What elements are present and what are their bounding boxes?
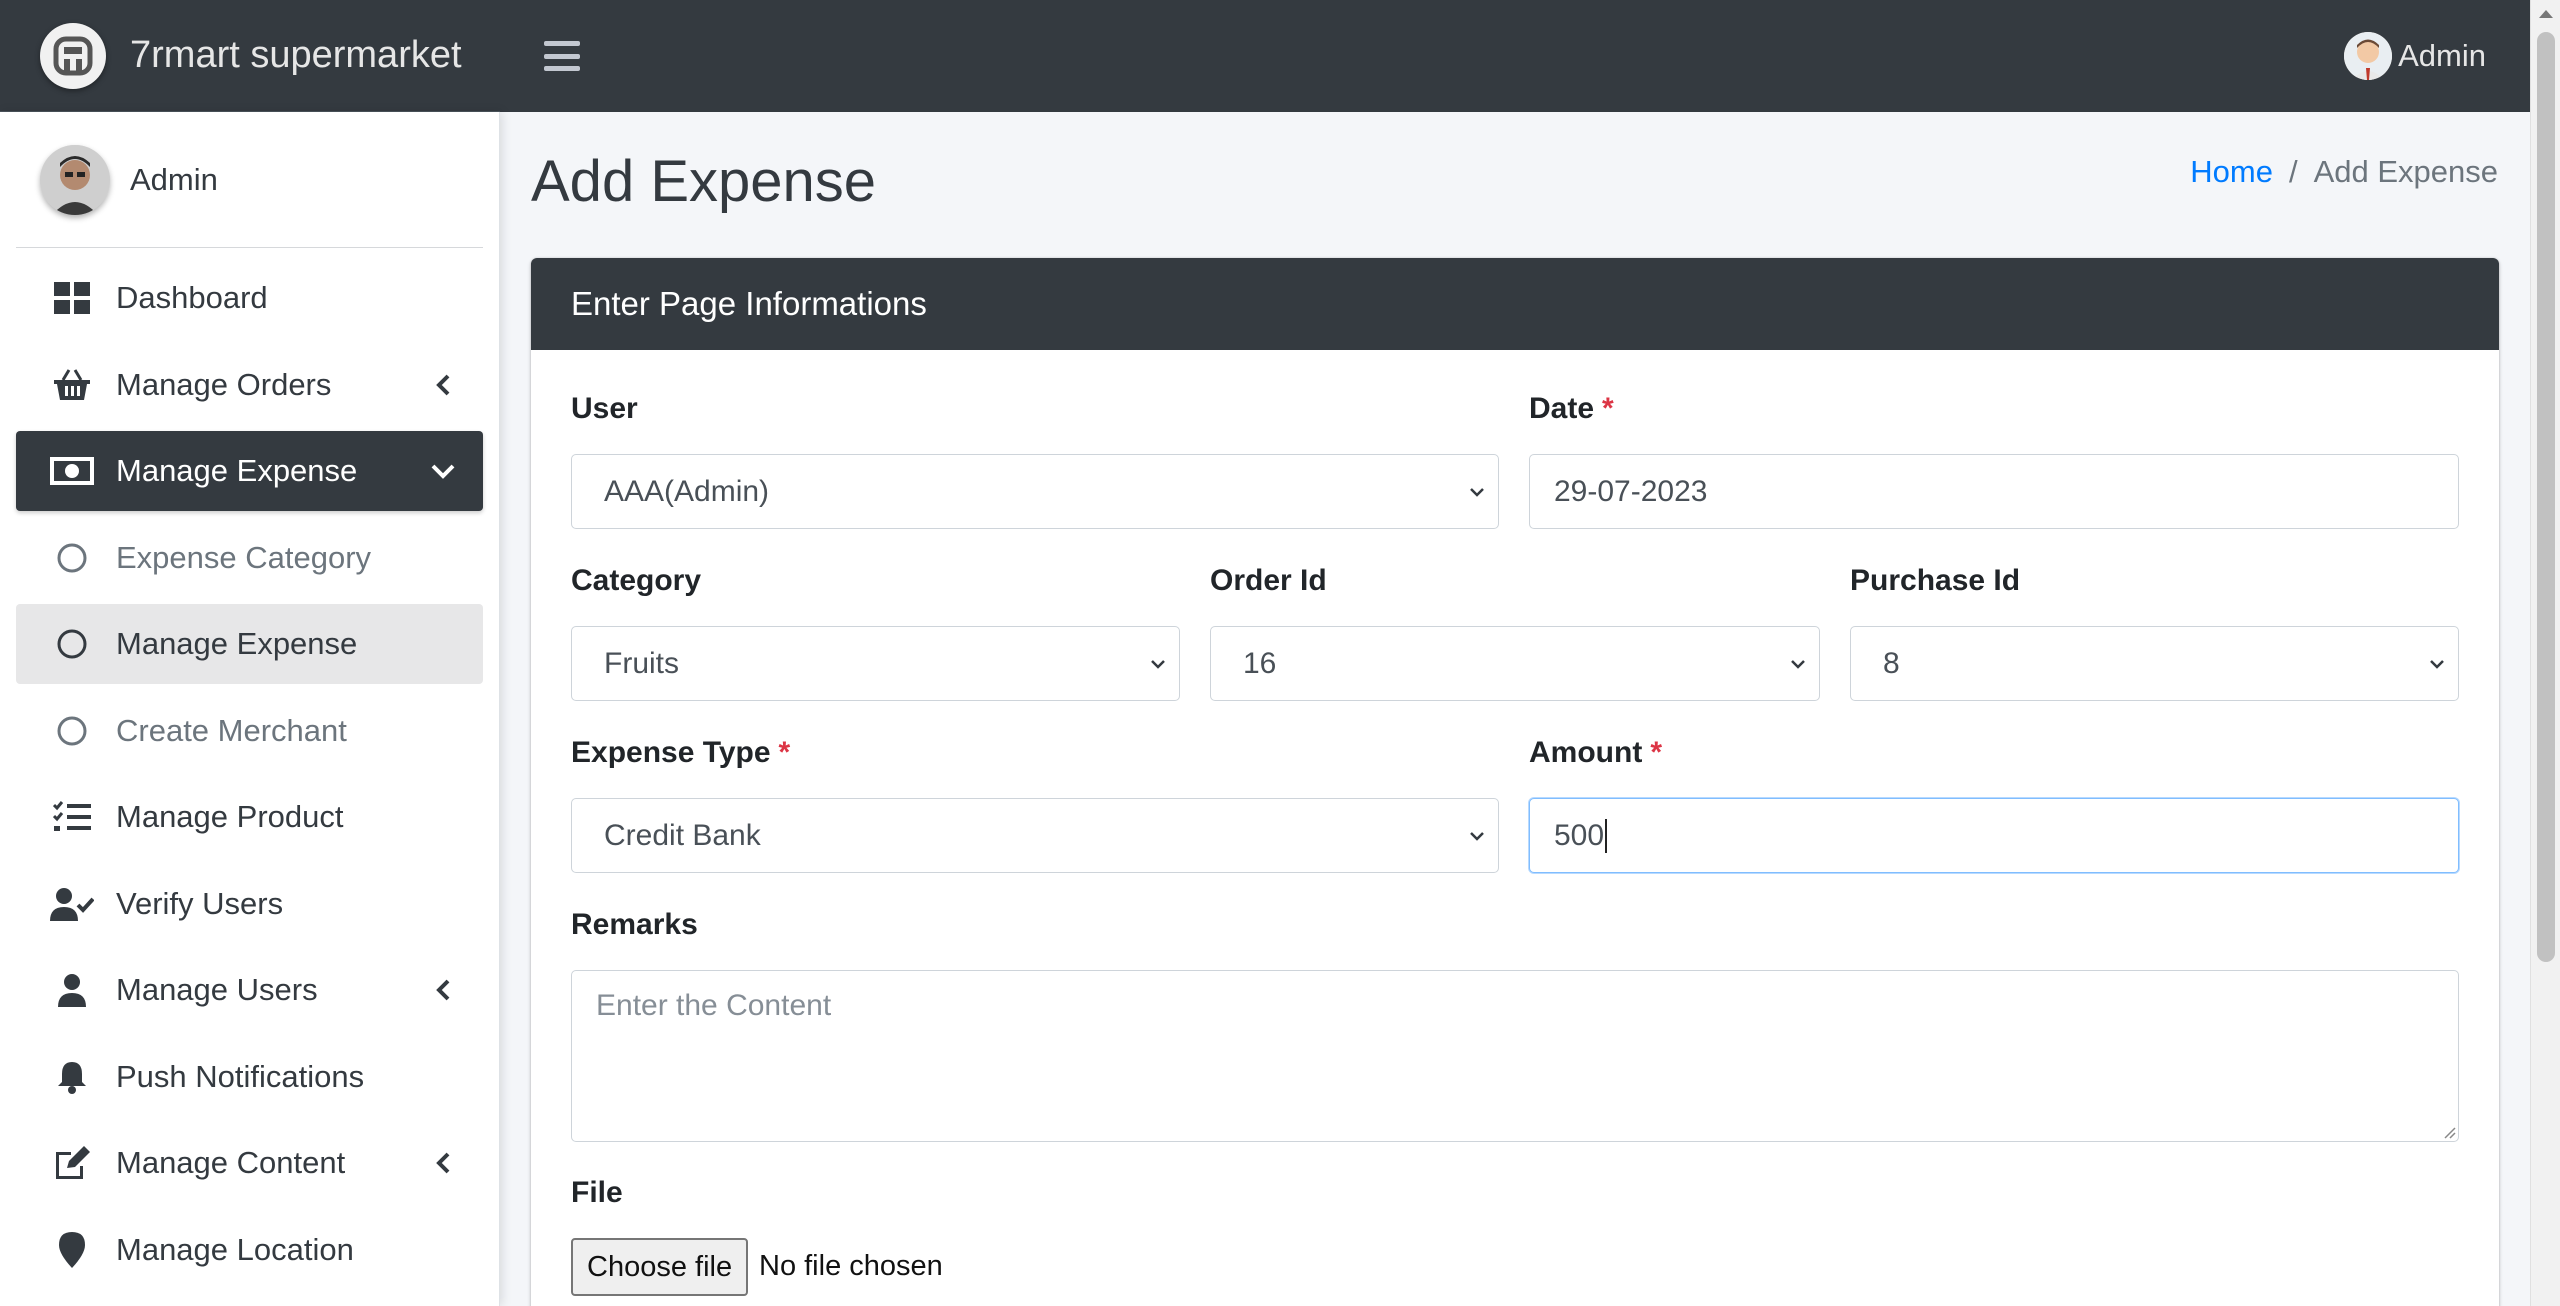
purchase-id-label: Purchase Id xyxy=(1850,564,2021,597)
circle-icon xyxy=(50,622,94,666)
date-label: Date * xyxy=(1529,392,1614,425)
purchase-id-select[interactable]: 8 xyxy=(1850,626,2459,701)
sidebar-item-label: Push Notifications xyxy=(116,1058,365,1094)
brand[interactable]: 7rmart supermarket xyxy=(0,0,500,112)
user-check-icon xyxy=(50,882,94,926)
circle-icon xyxy=(50,709,94,753)
amount-label: Amount * xyxy=(1529,736,1662,769)
sidebar-item-manage-expense-sub[interactable]: Manage Expense xyxy=(16,604,483,684)
sidebar-item-manage-expense[interactable]: Manage Expense xyxy=(16,431,483,511)
sidebar-item-manage-content[interactable]: Manage Content xyxy=(16,1123,483,1203)
chevron-down-icon xyxy=(1470,832,1484,841)
sidebar-item-label: Verify Users xyxy=(116,885,284,921)
chevron-down-icon xyxy=(1151,660,1165,669)
topbar: Admin xyxy=(500,0,2530,112)
main-content: Add Expense Home / Add Expense Enter Pag… xyxy=(500,112,2530,1306)
amount-input[interactable]: 500 xyxy=(1529,798,2459,873)
user-select-value: AAA(Admin) xyxy=(604,474,770,508)
remarks-label: Remarks xyxy=(571,908,698,941)
dashboard-icon xyxy=(50,276,94,320)
page-scrollbar[interactable] xyxy=(2530,0,2560,1306)
sidebar-item-label: Create Merchant xyxy=(116,712,347,748)
top-user-menu[interactable]: Admin xyxy=(2344,32,2486,80)
sidebar-item-label: Manage Location xyxy=(116,1231,354,1267)
sidebar-item-manage-users[interactable]: Manage Users xyxy=(16,950,483,1030)
sidebar-item-expense-category[interactable]: Expense Category xyxy=(16,518,483,598)
purchase-id-select-value: 8 xyxy=(1883,646,1900,680)
sidebar-item-push-notifications[interactable]: Push Notifications xyxy=(16,1037,483,1117)
basket-icon xyxy=(50,363,94,407)
text-cursor xyxy=(1605,818,1608,853)
menu-toggle-icon[interactable] xyxy=(544,41,580,71)
sidebar-nav: Dashboard Manage Orders Manage Expense E… xyxy=(0,258,499,1290)
sidebar-item-label: Manage Content xyxy=(116,1145,346,1180)
expense-type-select-value: Credit Bank xyxy=(604,818,761,852)
sidebar-item-manage-orders[interactable]: Manage Orders xyxy=(16,345,483,425)
remarks-textarea[interactable]: Enter the Content xyxy=(571,970,2459,1142)
sidebar-item-manage-location[interactable]: Manage Location xyxy=(16,1210,483,1290)
brand-name: 7rmart supermarket xyxy=(130,34,462,76)
sidebar-item-label: Manage Users xyxy=(116,972,318,1007)
chevron-down-icon xyxy=(427,455,459,487)
sidebar-item-label: Expense Category xyxy=(116,539,372,575)
page-title: Add Expense xyxy=(531,149,877,214)
file-status: No file chosen xyxy=(759,1250,943,1282)
category-label: Category xyxy=(571,564,702,597)
sidebar-item-label: Dashboard xyxy=(116,280,268,315)
amount-input-value: 500 xyxy=(1554,818,1605,852)
user-label: User xyxy=(571,392,638,425)
sidebar-user-panel[interactable]: Admin xyxy=(16,112,483,248)
breadcrumb: Home / Add Expense xyxy=(2190,154,2498,190)
list-check-icon xyxy=(50,795,94,839)
sidebar-item-label: Manage Orders xyxy=(116,366,332,402)
order-id-label: Order Id xyxy=(1210,564,1327,597)
chevron-left-icon xyxy=(427,369,459,401)
chevron-down-icon xyxy=(1470,488,1484,497)
breadcrumb-separator: / xyxy=(2288,154,2298,189)
expense-form-card: Enter Page Informations User AAA(Admin) … xyxy=(531,258,2499,1306)
card-header: Enter Page Informations xyxy=(531,258,2499,350)
edit-icon xyxy=(50,1141,94,1185)
top-avatar xyxy=(2344,32,2393,80)
map-marker-icon xyxy=(50,1228,94,1272)
expense-type-select[interactable]: Credit Bank xyxy=(571,798,1499,873)
scrollbar-thumb[interactable] xyxy=(2537,32,2555,962)
order-id-select-value: 16 xyxy=(1243,646,1277,680)
breadcrumb-current: Add Expense xyxy=(2313,154,2498,189)
resize-handle-icon[interactable] xyxy=(2442,1125,2456,1139)
brand-logo-icon xyxy=(40,22,106,89)
order-id-select[interactable]: 16 xyxy=(1210,626,1820,701)
sidebar-item-label: Manage Product xyxy=(116,799,344,834)
chevron-down-icon xyxy=(2430,660,2444,669)
remarks-placeholder: Enter the Content xyxy=(596,989,832,1022)
sidebar-item-label: Manage Expense xyxy=(116,626,358,661)
sidebar: Admin Dashboard Manage Orders Manage Exp… xyxy=(0,112,500,1306)
sidebar-item-dashboard[interactable]: Dashboard xyxy=(16,258,483,338)
scroll-up-icon[interactable] xyxy=(2539,10,2553,18)
sidebar-item-create-merchant[interactable]: Create Merchant xyxy=(16,691,483,771)
chevron-down-icon xyxy=(1791,660,1805,669)
file-label: File xyxy=(571,1176,623,1209)
date-input[interactable]: 29-07-2023 xyxy=(1529,454,2459,529)
sidebar-item-label: Manage Expense xyxy=(116,453,358,488)
chevron-left-icon xyxy=(427,1147,459,1179)
sidebar-user-name: Admin xyxy=(130,161,218,197)
top-user-name: Admin xyxy=(2398,38,2486,73)
avatar xyxy=(40,144,110,215)
sidebar-item-verify-users[interactable]: Verify Users xyxy=(16,864,483,944)
category-select[interactable]: Fruits xyxy=(571,626,1180,701)
choose-file-button[interactable]: Choose file xyxy=(571,1238,749,1296)
date-input-value: 29-07-2023 xyxy=(1554,474,1708,508)
chevron-left-icon xyxy=(427,974,459,1006)
expense-type-label: Expense Type * xyxy=(571,736,791,769)
user-select[interactable]: AAA(Admin) xyxy=(571,454,1499,529)
sidebar-item-manage-product[interactable]: Manage Product xyxy=(16,777,483,857)
category-select-value: Fruits xyxy=(604,646,679,680)
breadcrumb-home-link[interactable]: Home xyxy=(2190,154,2273,190)
user-icon xyxy=(50,968,94,1012)
bell-icon xyxy=(50,1055,94,1099)
money-bill-icon xyxy=(50,449,94,493)
circle-icon xyxy=(50,536,94,580)
